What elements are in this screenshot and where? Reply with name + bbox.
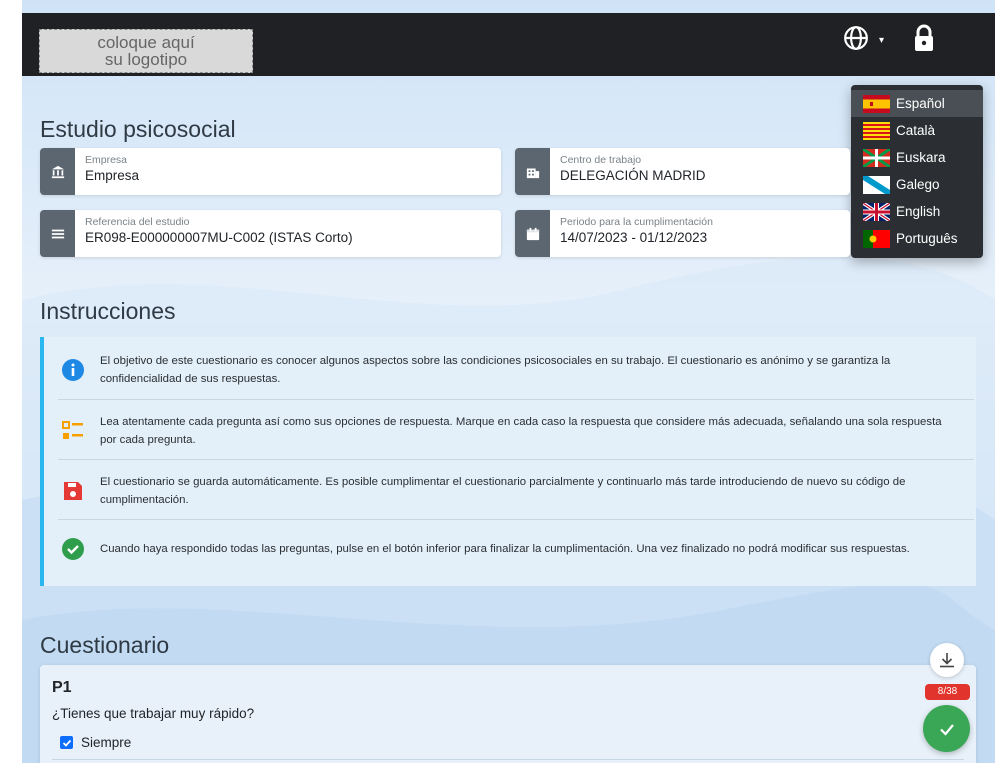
info-icon (62, 359, 84, 381)
lang-label: Português (896, 231, 958, 246)
instructions-title: Instrucciones (40, 298, 176, 324)
bank-icon (40, 148, 75, 195)
lang-label: Euskara (896, 150, 946, 165)
empresa-label: Empresa (85, 154, 128, 166)
lang-item-pt[interactable]: Português (851, 225, 983, 252)
check-icon (939, 723, 954, 736)
catalonia-flag-icon (863, 121, 890, 140)
save-icon (64, 482, 82, 500)
download-icon (940, 653, 954, 668)
divider (58, 459, 974, 460)
instruction-item: Cuando haya respondido todas las pregunt… (62, 538, 974, 560)
periodo-value: 14/07/2023 - 01/12/2023 (560, 230, 708, 245)
instruction-item: El cuestionario se guarda automáticament… (62, 473, 974, 509)
answer-option-label: Siempre (81, 735, 132, 750)
globe-icon (844, 26, 868, 50)
download-button[interactable] (930, 643, 964, 677)
spain-flag-icon (863, 94, 890, 113)
lang-label: Català (896, 123, 936, 138)
lang-item-es[interactable]: Español (851, 90, 983, 117)
finish-button[interactable] (923, 705, 970, 752)
portugal-flag-icon (863, 229, 890, 248)
check-circle-icon (62, 538, 84, 560)
centro-card: Centro de trabajo DELEGACIÓN MADRID (515, 148, 850, 195)
logo-line-2: su logotipo (104, 50, 188, 69)
instructions-panel: El objetivo de este cuestionario es cono… (40, 337, 976, 586)
progress-badge: 8/38 (925, 684, 970, 700)
instruction-item: Lea atentamente cada pregunta así como s… (62, 413, 974, 449)
list-icon (40, 210, 75, 257)
empresa-value: Empresa (85, 168, 140, 183)
instruction-text: El cuestionario se guarda automáticament… (100, 476, 906, 506)
question-card: P1 ¿Tienes que trabajar muy rápido? Siem… (40, 665, 976, 763)
centro-value: DELEGACIÓN MADRID (560, 168, 706, 183)
divider (52, 759, 964, 760)
divider (58, 519, 974, 520)
caret-down-icon[interactable]: ▾ (879, 35, 884, 46)
checkbox-checked-icon[interactable] (60, 736, 73, 749)
language-selector-button[interactable] (843, 23, 873, 53)
centro-label: Centro de trabajo (560, 154, 642, 166)
periodo-card: Periodo para la cumplimentación 14/07/20… (515, 210, 850, 257)
question-text: ¿Tienes que trabajar muy rápido? (52, 706, 255, 721)
language-dropdown-menu: Español Català Euskara Galego English Po… (851, 85, 983, 258)
lang-item-gl[interactable]: Galego (851, 171, 983, 198)
lock-icon (915, 24, 933, 51)
uk-flag-icon (863, 202, 890, 221)
calendar-icon (515, 210, 550, 257)
lang-item-en[interactable]: English (851, 198, 983, 225)
referencia-label: Referencia del estudio (85, 216, 190, 228)
answer-option[interactable]: Siempre (60, 735, 131, 750)
referencia-value: ER098-E000000007MU-C002 (ISTAS Corto) (85, 230, 353, 245)
galicia-flag-icon (863, 175, 890, 194)
lang-label: Español (896, 96, 945, 111)
referencia-card: Referencia del estudio ER098-E000000007M… (40, 210, 501, 257)
checklist-icon (62, 421, 83, 439)
lock-button[interactable] (912, 23, 936, 53)
instruction-text: Cuando haya respondido todas las pregunt… (100, 543, 910, 555)
lang-item-ca[interactable]: Català (851, 117, 983, 144)
lang-label: English (896, 204, 941, 219)
lang-item-eu[interactable]: Euskara (851, 144, 983, 171)
logo-placeholder: coloque aquí su logotipo (39, 29, 253, 73)
study-title: Estudio psicosocial (40, 116, 236, 142)
logo-line-1: coloque aquí (97, 33, 195, 52)
instruction-item: El objetivo de este cuestionario es cono… (62, 352, 974, 388)
question-id: P1 (52, 679, 72, 696)
lang-label: Galego (896, 177, 940, 192)
basque-flag-icon (863, 148, 890, 167)
building-icon (515, 148, 550, 195)
instruction-text: Lea atentamente cada pregunta así como s… (100, 416, 942, 446)
questionnaire-title: Cuestionario (40, 632, 170, 658)
periodo-label: Periodo para la cumplimentación (560, 216, 713, 228)
empresa-card: Empresa Empresa (40, 148, 501, 195)
instruction-text: El objetivo de este cuestionario es cono… (100, 355, 891, 385)
divider (58, 399, 974, 400)
